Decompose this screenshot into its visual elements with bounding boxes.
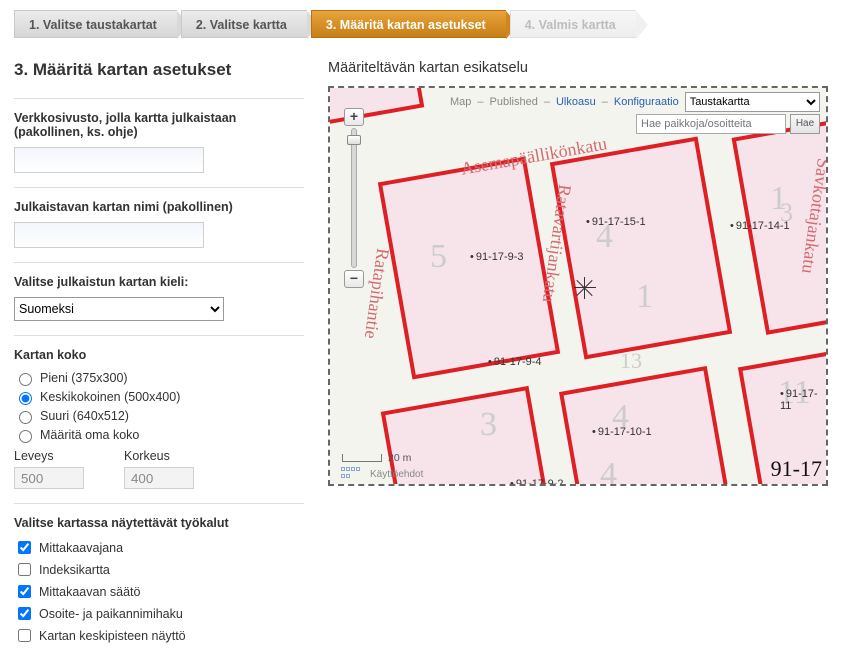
layer-select[interactable]: Taustakartta	[685, 92, 820, 112]
size-label: Kartan koko	[14, 348, 304, 362]
tool-label-indexmap: Indeksikartta	[39, 563, 110, 577]
preview-panel: Määriteltävän kartan esikatselu Asemapää…	[328, 60, 828, 662]
tool-label-zoom: Mittakaavan säätö	[39, 585, 140, 599]
language-section: Valitse julkaistun kartan kieli: Suomeks…	[14, 262, 304, 335]
size-radio-small[interactable]	[19, 373, 32, 386]
zoom-out-button[interactable]: −	[344, 270, 364, 288]
topbar-published: Published	[490, 96, 538, 108]
search-button[interactable]: Hae	[790, 114, 820, 134]
tool-check-indexmap[interactable]	[18, 563, 31, 576]
terms-link[interactable]: Käyttöehdot	[370, 469, 423, 480]
plot-label: 91-17-11	[780, 388, 826, 412]
tool-check-center[interactable]	[18, 629, 31, 642]
language-label: Valitse julkaistun kartan kieli:	[14, 275, 304, 289]
mapname-section: Julkaistavan kartan nimi (pakollinen)	[14, 187, 304, 262]
zoom-track[interactable]	[351, 128, 357, 268]
plot-label: 91-17-10-1	[592, 426, 652, 438]
panel-heading: 3. Määritä kartan asetukset	[14, 60, 304, 80]
tools-label: Valitse kartassa näytettävät työkalut	[14, 516, 304, 530]
block-number: 5	[430, 238, 447, 276]
block-number: 4	[600, 456, 617, 486]
step-3-active[interactable]: 3. Määritä kartan asetukset	[311, 10, 506, 38]
settings-panel: 3. Määritä kartan asetukset Verkkosivust…	[14, 60, 304, 662]
step-1[interactable]: 1. Valitse taustakartat	[14, 10, 177, 38]
tool-check-search[interactable]	[18, 607, 31, 620]
block-number: 1	[636, 278, 653, 316]
map-search: Hae	[636, 114, 820, 134]
tool-label-scalebar: Mittakaavajana	[39, 541, 123, 555]
block-number: 3	[480, 406, 497, 444]
plot-label: 91-17-9-2	[510, 478, 564, 486]
crosshair-icon	[574, 277, 596, 299]
size-radio-medium[interactable]	[19, 392, 32, 405]
website-input[interactable]	[14, 147, 204, 173]
width-input	[14, 467, 84, 489]
step-4-disabled: 4. Valmis kartta	[510, 10, 636, 38]
website-section: Verkkosivusto, jolla kartta julkaistaan …	[14, 98, 304, 187]
corner-code: 91-17	[771, 456, 822, 482]
zoom-handle[interactable]	[347, 135, 361, 145]
tool-check-zoom[interactable]	[18, 585, 31, 598]
scale-box-icon	[342, 454, 382, 462]
scale-text: 20 m	[388, 452, 411, 464]
mapname-input[interactable]	[14, 222, 204, 248]
zoom-control[interactable]: + −	[344, 108, 364, 288]
size-opt-small: Pieni (375x300)	[40, 371, 128, 385]
height-input	[124, 467, 194, 489]
size-opt-medium: Keskikokoinen (500x400)	[40, 390, 180, 404]
size-opt-large: Suuri (640x512)	[40, 409, 129, 423]
width-label: Leveys	[14, 449, 84, 463]
size-section: Kartan koko Pieni (375x300) Keskikokoine…	[14, 335, 304, 503]
website-label: Verkkosivusto, jolla kartta julkaistaan …	[14, 111, 304, 139]
search-input[interactable]	[636, 114, 786, 134]
tool-label-search: Osoite- ja paikannimihaku	[39, 607, 183, 621]
step-2[interactable]: 2. Valitse kartta	[181, 10, 307, 38]
zoom-in-button[interactable]: +	[344, 108, 364, 126]
size-radio-custom[interactable]	[19, 430, 32, 443]
wizard-steps: 1. Valitse taustakartat 2. Valitse kartt…	[14, 10, 828, 38]
topbar-map: Map	[450, 96, 471, 108]
tools-section: Valitse kartassa näytettävät työkalut Mi…	[14, 503, 304, 662]
scale-bar: 20 m	[342, 452, 411, 464]
map-topbar: Map– Published– Ulkoasu– Konfiguraatio T…	[450, 92, 820, 112]
height-label: Korkeus	[124, 449, 194, 463]
plot-label: 91-17-9-4	[488, 356, 542, 368]
map-preview[interactable]: Asemapäällikönkatu Ratapihantie Ratavart…	[328, 86, 828, 486]
preview-title: Määriteltävän kartan esikatselu	[328, 60, 828, 76]
plot-label: 91-17-14-1	[730, 220, 790, 232]
size-opt-custom: Määritä oma koko	[40, 428, 139, 442]
plot-label: 91-17-15-1	[586, 216, 646, 228]
mapname-label: Julkaistavan kartan nimi (pakollinen)	[14, 200, 304, 214]
topbar-ulkoasu-link[interactable]: Ulkoasu	[556, 96, 596, 108]
layers-icon[interactable]	[340, 466, 364, 480]
tool-label-center: Kartan keskipisteen näyttö	[39, 629, 186, 643]
topbar-konfig-link[interactable]: Konfiguraatio	[614, 96, 679, 108]
block-number: 13	[620, 348, 642, 374]
plot-label: 91-17-9-3	[470, 251, 524, 263]
tool-check-scalebar[interactable]	[18, 541, 31, 554]
size-radio-large[interactable]	[19, 411, 32, 424]
language-select[interactable]: Suomeksi	[14, 297, 224, 321]
